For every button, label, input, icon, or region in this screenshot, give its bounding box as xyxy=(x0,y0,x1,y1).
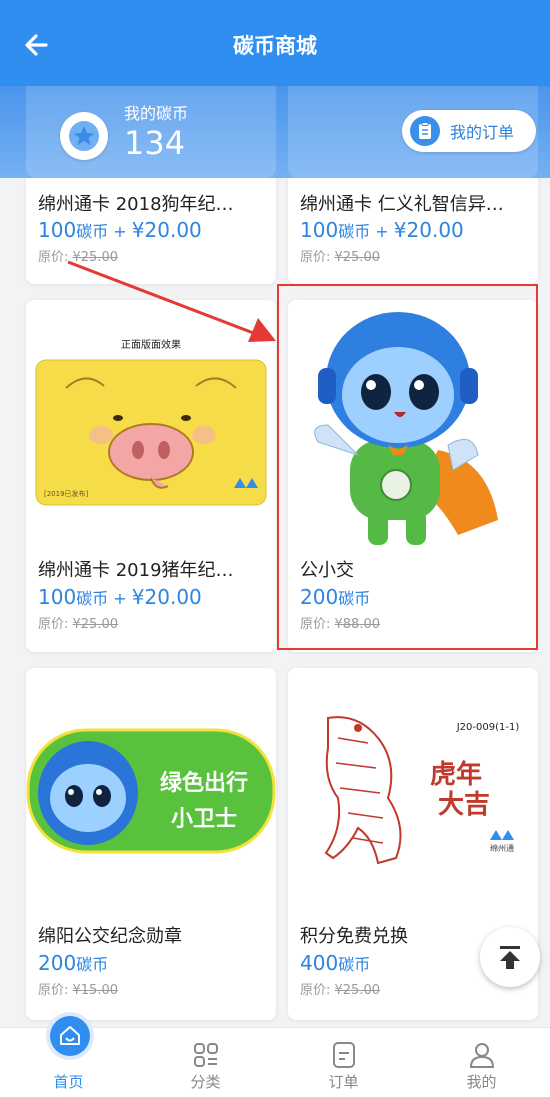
product-name: 绵州通卡 2018狗年纪… xyxy=(38,194,234,215)
svg-text:虎年: 虎年 xyxy=(430,759,482,790)
svg-text:小卫士: 小卫士 xyxy=(171,807,237,832)
tab-label: 分类 xyxy=(190,1073,221,1091)
original-price: 原价: ¥15.00 xyxy=(38,983,119,998)
top-bar: 碳币商城 xyxy=(0,0,550,86)
tiger-stamp-image: J20-009(1-1) 虎年 大吉 绵州通 xyxy=(288,668,538,883)
tab-category[interactable]: 分类 xyxy=(137,1028,274,1097)
green-travel-badge-image: 绿色出行 小卫士 xyxy=(26,668,276,883)
bottom-tab-bar: 首页 分类 订单 我的 xyxy=(0,1016,550,1097)
product-card[interactable]: 正面版面效果 [2019已发布] 绵州通卡 2019猪年纪… 100碳币 + ¥… xyxy=(26,300,276,652)
product-name: 绵阳公交纪念勋章 xyxy=(38,926,182,947)
my-orders-button[interactable]: 我的订单 xyxy=(402,110,536,152)
mascot-image xyxy=(288,300,538,550)
my-coins-value: 134 xyxy=(124,124,186,162)
tab-orders[interactable]: 订单 xyxy=(275,1028,412,1097)
tab-label: 订单 xyxy=(328,1073,359,1091)
product-price: 100碳币 + ¥20.00 xyxy=(300,218,464,242)
home-icon xyxy=(50,1016,90,1056)
user-icon xyxy=(469,1043,494,1068)
page-title: 碳币商城 xyxy=(233,34,317,58)
original-price: 原价: ¥25.00 xyxy=(300,250,381,265)
original-price: 原价: ¥25.00 xyxy=(300,983,381,998)
clipboard-icon xyxy=(410,116,440,146)
pig-card-image: 正面版面效果 [2019已发布] xyxy=(26,300,276,515)
original-price: 原价: ¥25.00 xyxy=(38,617,119,632)
product-price: 400碳币 xyxy=(300,951,371,975)
order-list-icon xyxy=(332,1042,355,1068)
product-price: 100碳币 + ¥20.00 xyxy=(38,218,202,242)
back-to-top-button[interactable] xyxy=(480,927,540,987)
product-price: 200碳币 xyxy=(38,951,109,975)
svg-text:正面版面效果: 正面版面效果 xyxy=(121,338,181,351)
product-name: 公小交 xyxy=(300,560,354,581)
star-coin-icon xyxy=(60,112,108,160)
product-card[interactable]: 绿色出行 小卫士 绵阳公交纪念勋章 200碳币 原价: ¥15.00 xyxy=(26,668,276,1020)
tab-home[interactable]: 首页 xyxy=(0,1016,137,1097)
product-card[interactable]: 公小交 200碳币 原价: ¥88.00 xyxy=(288,300,538,652)
product-name: 绵州通卡 仁义礼智信异… xyxy=(300,194,504,215)
tab-profile[interactable]: 我的 xyxy=(413,1028,550,1097)
product-price: 200碳币 xyxy=(300,585,371,609)
svg-text:绵州通: 绵州通 xyxy=(490,843,514,853)
svg-text:绿色出行: 绿色出行 xyxy=(160,770,248,796)
original-price: 原价: ¥88.00 xyxy=(300,617,381,632)
my-orders-label: 我的订单 xyxy=(450,123,515,142)
my-coins-label: 我的碳币 xyxy=(124,104,189,123)
back-to-top-icon xyxy=(500,946,520,969)
tab-label: 首页 xyxy=(53,1073,84,1091)
svg-text:J20-009(1-1): J20-009(1-1) xyxy=(456,722,520,733)
tab-label: 我的 xyxy=(466,1073,497,1091)
category-grid-icon xyxy=(193,1043,218,1067)
svg-text:[2019已发布]: [2019已发布] xyxy=(44,489,89,498)
product-price: 100碳币 + ¥20.00 xyxy=(38,585,202,609)
product-name: 绵州通卡 2019猪年纪… xyxy=(38,560,234,581)
original-price: 原价: ¥25.00 xyxy=(38,250,119,265)
svg-text:大吉: 大吉 xyxy=(438,790,490,820)
